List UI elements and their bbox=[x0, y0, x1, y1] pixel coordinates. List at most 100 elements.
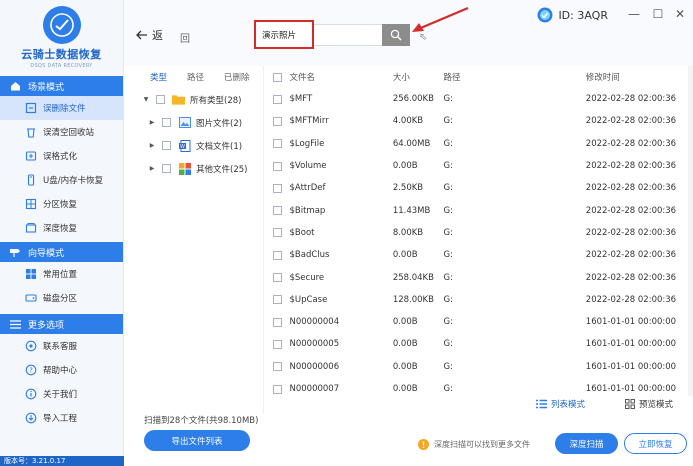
row-checkbox[interactable] bbox=[273, 250, 283, 260]
table-row[interactable]: $Bitmap 11.43MB G: 2022-02-28 02:00:36 bbox=[264, 199, 693, 221]
sidebar-item-format[interactable]: 误格式化 bbox=[0, 144, 123, 168]
file-path: G: bbox=[443, 94, 453, 105]
file-modified-time: 1601-01-01 00:00:00 bbox=[585, 384, 677, 394]
file-modified-time: 2022-02-28 02:00:36 bbox=[585, 94, 677, 105]
row-checkbox[interactable] bbox=[273, 295, 283, 305]
table-row[interactable]: $LogFile 64.00MB G: 2022-02-28 02:00:36 bbox=[264, 133, 693, 155]
file-modified-time: 1601-01-01 00:00:00 bbox=[585, 339, 677, 350]
table-row[interactable]: $Boot 8.00KB G: 2022-02-28 02:00:36 bbox=[264, 222, 693, 244]
sidebar-item-partition[interactable]: 分区恢复 bbox=[0, 192, 123, 216]
file-path: G: bbox=[443, 294, 453, 305]
user-badge[interactable]: ID: 3AQR bbox=[537, 7, 608, 23]
sidebar-item-recycle-bin[interactable]: 误清空回收站 bbox=[0, 120, 123, 144]
scrollbar[interactable] bbox=[688, 66, 693, 396]
file-size: 0.00B bbox=[392, 250, 418, 261]
table-row[interactable]: $BadClus 0.00B G: 2022-02-28 02:00:36 bbox=[264, 244, 693, 266]
row-checkbox[interactable] bbox=[273, 161, 283, 171]
tab-deleted[interactable]: 已删除 bbox=[224, 71, 250, 83]
sidebar-item-deep-recovery[interactable]: 深度恢复 bbox=[0, 216, 123, 240]
row-checkbox[interactable] bbox=[273, 362, 283, 372]
table-row[interactable]: N00000007 0.00B G: 1601-01-01 00:00:00 bbox=[264, 378, 693, 396]
list-view-label: 列表模式 bbox=[551, 400, 586, 410]
file-name: $Volume bbox=[289, 161, 327, 172]
row-checkbox[interactable] bbox=[273, 273, 283, 283]
checkbox[interactable] bbox=[162, 164, 171, 173]
recover-now-button[interactable]: 立即恢复 bbox=[624, 433, 687, 454]
sidebar-item-deleted-files[interactable]: 误删除文件 bbox=[0, 96, 123, 120]
row-checkbox[interactable] bbox=[273, 228, 283, 238]
close-button[interactable]: ✕ bbox=[673, 7, 687, 21]
tree-row-other-files[interactable]: ▶ 其他文件(25) bbox=[124, 157, 263, 180]
table-row[interactable]: N00000006 0.00B G: 1601-01-01 00:00:00 bbox=[264, 356, 693, 378]
sidebar-item-common-locations[interactable]: 常用位置 bbox=[0, 262, 123, 286]
import-icon bbox=[24, 412, 37, 425]
user-avatar-icon bbox=[537, 7, 553, 23]
table-row[interactable]: $MFT 256.00KB G: 2022-02-28 02:00:36 bbox=[264, 88, 693, 110]
deep-scan-button[interactable]: 深度扫描 bbox=[555, 433, 618, 454]
sidebar-item-help-center[interactable]: ? 帮助中心 bbox=[0, 358, 123, 382]
column-header-time[interactable]: 修改时间 bbox=[586, 71, 693, 83]
tab-path[interactable]: 路径 bbox=[187, 71, 204, 83]
row-checkbox[interactable] bbox=[273, 317, 283, 327]
sidebar-item-usb-card[interactable]: U盘/内存卡恢复 bbox=[0, 168, 123, 192]
file-path: G: bbox=[443, 384, 453, 394]
file-size: 258.04KB bbox=[392, 272, 434, 283]
file-type-tree: 类型 路径 已删除 ▼ 所有类型(28) ▶ 图片文件(2) ▶ W 文档文件(… bbox=[124, 66, 264, 414]
table-row[interactable]: $Secure 258.04KB G: 2022-02-28 02:00:36 bbox=[264, 266, 693, 288]
windows-icon bbox=[24, 268, 37, 281]
collapse-icon[interactable]: ▼ bbox=[142, 96, 150, 103]
file-path: G: bbox=[443, 317, 453, 328]
tab-type[interactable]: 类型 bbox=[150, 71, 167, 83]
checkbox[interactable] bbox=[162, 118, 171, 127]
sidebar-item-about-us[interactable]: 关于我们 bbox=[0, 382, 123, 406]
expand-icon[interactable]: ▶ bbox=[148, 119, 156, 126]
checkbox[interactable] bbox=[156, 95, 165, 104]
row-checkbox[interactable] bbox=[273, 339, 283, 349]
table-row[interactable]: $Volume 0.00B G: 2022-02-28 02:00:36 bbox=[264, 155, 693, 177]
table-row[interactable]: $UpCase 128.00KB G: 2022-02-28 02:00:36 bbox=[264, 289, 693, 311]
refresh-icon[interactable]: 回 bbox=[180, 30, 190, 45]
sidebar-item-label: 常用位置 bbox=[43, 270, 78, 280]
file-size: 2.50KB bbox=[392, 183, 424, 194]
table-row[interactable]: $AttrDef 2.50KB G: 2022-02-28 02:00:36 bbox=[264, 177, 693, 199]
expand-icon[interactable]: ▶ bbox=[148, 165, 156, 172]
checkbox[interactable] bbox=[162, 141, 171, 150]
sidebar-item-disk-partition[interactable]: 磁盘分区 bbox=[0, 286, 123, 310]
table-row[interactable]: N00000004 0.00B G: 1601-01-01 00:00:00 bbox=[264, 311, 693, 333]
row-checkbox[interactable] bbox=[273, 384, 283, 394]
sidebar-item-contact-support[interactable]: 联系客服 bbox=[0, 334, 123, 358]
expand-icon[interactable]: ▶ bbox=[148, 142, 156, 149]
row-checkbox[interactable] bbox=[273, 139, 283, 149]
file-name: $MFT bbox=[289, 94, 313, 105]
table-row[interactable]: $MFTMirr 4.00KB G: 2022-02-28 02:00:36 bbox=[264, 110, 693, 132]
table-row[interactable]: N00000005 0.00B G: 1601-01-01 00:00:00 bbox=[264, 333, 693, 355]
search-button[interactable] bbox=[382, 24, 410, 46]
select-all-checkbox[interactable] bbox=[273, 72, 283, 82]
export-file-list-button[interactable]: 导出文件列表 bbox=[144, 430, 250, 451]
maximize-button[interactable]: ☐ bbox=[651, 7, 665, 21]
column-header-path[interactable]: 路径 bbox=[444, 71, 586, 83]
tree-row-document-files[interactable]: ▶ W 文档文件(1) bbox=[124, 134, 263, 157]
sidebar-item-import-project[interactable]: 导入工程 bbox=[0, 406, 123, 430]
row-checkbox[interactable] bbox=[273, 206, 283, 216]
help-icon: ? bbox=[24, 364, 37, 377]
format-icon bbox=[24, 150, 37, 163]
row-checkbox[interactable] bbox=[273, 183, 283, 193]
back-button[interactable]: 返 bbox=[136, 27, 163, 43]
column-header-name[interactable]: 文件名 bbox=[288, 71, 393, 83]
file-modified-time: 2022-02-28 02:00:36 bbox=[585, 294, 677, 305]
search-input[interactable] bbox=[254, 20, 314, 49]
list-view-toggle[interactable]: 列表模式 bbox=[536, 398, 585, 410]
svg-text:W: W bbox=[180, 144, 185, 150]
image-file-icon bbox=[178, 117, 191, 128]
column-header-size[interactable]: 大小 bbox=[393, 71, 444, 83]
row-checkbox[interactable] bbox=[273, 116, 283, 126]
tree-row-all-types[interactable]: ▼ 所有类型(28) bbox=[124, 88, 263, 111]
preview-view-toggle[interactable]: 预览模式 bbox=[625, 398, 673, 410]
minimize-button[interactable]: — bbox=[627, 7, 641, 21]
file-modified-time: 2022-02-28 02:00:36 bbox=[585, 227, 677, 238]
folder-icon bbox=[172, 94, 185, 105]
tree-row-image-files[interactable]: ▶ 图片文件(2) bbox=[124, 111, 263, 134]
list-view-icon bbox=[536, 399, 547, 409]
row-checkbox[interactable] bbox=[273, 94, 283, 104]
